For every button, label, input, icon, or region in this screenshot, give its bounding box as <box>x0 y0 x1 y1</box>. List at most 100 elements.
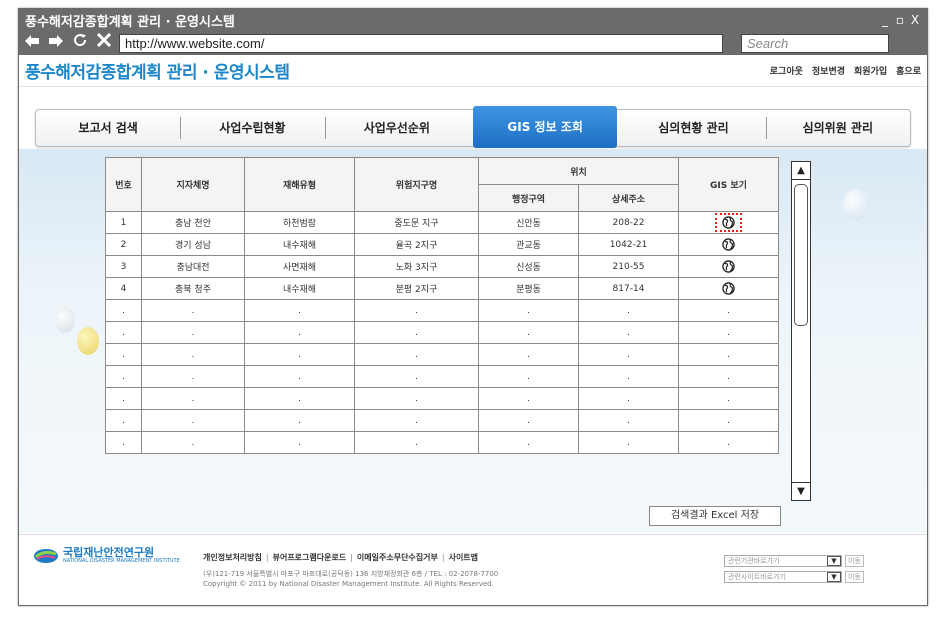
cell-address: . <box>578 409 679 432</box>
stop-icon[interactable] <box>95 32 113 54</box>
address-bar: http://www.website.com/ Search <box>19 31 927 55</box>
chevron-down-icon[interactable]: ▼ <box>827 556 841 566</box>
footer-links: 개인정보처리방침 | 뷰어프로그램다운로드 | 이메일주소무단수집거부 | 사이트맵 <box>203 553 479 562</box>
footer-address: (우)121-719 서울특별시 마포구 마포대로(공덕동) 136 지방재정회… <box>203 569 498 589</box>
cell-address: 817-14 <box>578 277 679 300</box>
cell-no: . <box>105 365 142 388</box>
org-logo[interactable]: 국립재난안전연구원 NATIONAL DISASTER MANAGEMENT I… <box>33 547 180 565</box>
home-link[interactable]: 홈으로 <box>896 64 921 77</box>
tab-review-members[interactable]: 심의위원 관리 <box>765 109 910 147</box>
related-org-go-button[interactable]: 이동 <box>845 555 864 567</box>
site-header: 풍수해저감종합계획 관리 · 운영시스템 로그아웃 정보변경 회원가입 홈으로 <box>19 55 927 87</box>
col-header-city: 지자체명 <box>141 157 245 212</box>
globe-icon[interactable] <box>722 216 735 229</box>
globe-icon[interactable] <box>722 282 735 295</box>
cell-gis: . <box>678 343 779 366</box>
forward-arrow-icon[interactable] <box>47 32 65 54</box>
chevron-down-icon[interactable]: ▼ <box>827 572 841 582</box>
privacy-link[interactable]: 개인정보처리방침 <box>203 553 262 562</box>
cell-address: 210-55 <box>578 255 679 278</box>
tab-review-status[interactable]: 심의현황 관리 <box>621 109 765 147</box>
org-name: 국립재난안전연구원 <box>63 546 155 559</box>
table-row[interactable]: 2 경기 성남 내수재해 율곡 2지구 관교동 1042-21 <box>105 233 779 256</box>
cell-no: . <box>105 431 142 454</box>
tab-project-priority[interactable]: 사업우선순위 <box>324 109 469 147</box>
table-row[interactable]: . . . . . . . <box>105 431 779 454</box>
email-refusal-link[interactable]: 이메일주소무단수집거부 <box>357 553 438 562</box>
cell-district: . <box>478 387 579 410</box>
related-org-select[interactable]: 관련기관바로가기 ▼ <box>724 555 842 567</box>
cell-district: 신성동 <box>478 255 579 278</box>
url-input[interactable]: http://www.website.com/ <box>119 33 723 53</box>
refresh-icon[interactable] <box>71 32 89 54</box>
main-tabs: 보고서 검색 사업수립현황 사업우선순위 GIS 정보 조회 심의현황 관리 심… <box>35 106 911 148</box>
tab-report-search[interactable]: 보고서 검색 <box>36 109 180 147</box>
maximize-button[interactable]: ▫ <box>894 13 906 27</box>
cell-address: 208-22 <box>578 211 679 234</box>
tab-gis-info[interactable]: GIS 정보 조회 <box>472 106 618 148</box>
table-scrollbar[interactable]: ▲ ▼ <box>791 161 811 501</box>
tab-project-status[interactable]: 사업수립현황 <box>180 109 324 147</box>
balloon-decoration-left <box>77 327 99 355</box>
risk-zone-table: 번호 지자체명 재해유형 위험지구명 위치 GIS 보기 행정구역 상세주소 1… <box>105 157 779 454</box>
site-brand[interactable]: 풍수해저감종합계획 관리 · 운영시스템 <box>25 58 770 83</box>
sitemap-link[interactable]: 사이트맵 <box>449 553 478 562</box>
cell-zone: . <box>354 387 479 410</box>
table-row[interactable]: . . . . . . . <box>105 387 779 410</box>
cell-zone: . <box>354 409 479 432</box>
cell-no: 3 <box>105 255 142 278</box>
cell-type: . <box>244 321 355 344</box>
signup-link[interactable]: 회원가입 <box>854 64 887 77</box>
viewer-download-link[interactable]: 뷰어프로그램다운로드 <box>273 553 347 562</box>
balloon-decoration-right <box>843 189 869 221</box>
scroll-down-arrow-icon[interactable]: ▼ <box>792 482 810 500</box>
col-header-district: 행정구역 <box>478 184 579 212</box>
cell-city: 충남대전 <box>141 255 245 278</box>
close-button[interactable]: X <box>909 13 921 27</box>
cell-type: 내수재해 <box>244 233 355 256</box>
cell-no: 1 <box>105 211 142 234</box>
logout-link[interactable]: 로그아웃 <box>770 64 803 77</box>
cell-no: . <box>105 343 142 366</box>
edit-info-link[interactable]: 정보변경 <box>812 64 845 77</box>
cell-gis: . <box>678 365 779 388</box>
table-row[interactable]: 4 충북 청주 내수재해 분평 2지구 분평동 817-14 <box>105 277 779 300</box>
col-header-location: 위치 <box>478 157 679 185</box>
cell-city: . <box>141 299 245 322</box>
table-row[interactable]: 1 충남 천안 하천범람 중도문 지구 신안동 208-22 <box>105 211 779 234</box>
scroll-thumb[interactable] <box>794 184 808 326</box>
col-header-address: 상세주소 <box>578 184 679 212</box>
scroll-up-arrow-icon[interactable]: ▲ <box>792 162 810 180</box>
minimize-button[interactable]: _ <box>879 13 891 27</box>
cell-city: 경기 성남 <box>141 233 245 256</box>
globe-icon[interactable] <box>722 260 735 273</box>
cell-gis: . <box>678 299 779 322</box>
table-row[interactable]: . . . . . . . <box>105 365 779 388</box>
globe-icon[interactable] <box>722 238 735 251</box>
search-input[interactable]: Search <box>741 33 889 53</box>
cell-no: . <box>105 299 142 322</box>
related-site-go-button[interactable]: 이동 <box>845 571 864 583</box>
table-row[interactable]: . . . . . . . <box>105 343 779 366</box>
cell-zone: 율곡 2지구 <box>354 233 479 256</box>
cell-no: . <box>105 321 142 344</box>
table-row[interactable]: . . . . . . . <box>105 299 779 322</box>
cell-address: . <box>578 321 679 344</box>
cell-district: . <box>478 343 579 366</box>
related-org-select-row: 관련기관바로가기 ▼ 이동 <box>724 555 864 567</box>
cell-city: . <box>141 431 245 454</box>
table-row[interactable]: 3 충남대전 사면재해 노화 3지구 신성동 210-55 <box>105 255 779 278</box>
col-header-gis: GIS 보기 <box>678 157 779 212</box>
cell-zone: . <box>354 431 479 454</box>
cell-zone: 중도문 지구 <box>354 211 479 234</box>
cell-zone: . <box>354 365 479 388</box>
title-bar: 풍수해저감종합계획 관리 · 운영시스템 _ ▫ X <box>19 9 927 31</box>
table-row[interactable]: . . . . . . . <box>105 321 779 344</box>
content-area: 번호 지자체명 재해유형 위험지구명 위치 GIS 보기 행정구역 상세주소 1… <box>19 149 927 533</box>
cell-zone: 노화 3지구 <box>354 255 479 278</box>
table-row[interactable]: . . . . . . . <box>105 409 779 432</box>
back-arrow-icon[interactable] <box>23 32 41 54</box>
cell-address: . <box>578 365 679 388</box>
related-site-select[interactable]: 관련사이트바로가기 ▼ <box>724 571 842 583</box>
excel-export-button[interactable]: 검색결과 Excel 저장 <box>649 506 781 526</box>
